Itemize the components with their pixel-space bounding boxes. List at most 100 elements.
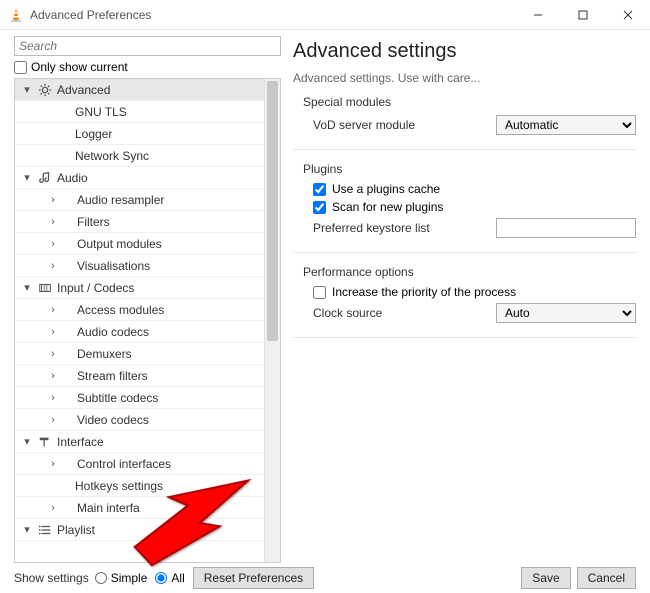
tree-item-label: Visualisations xyxy=(77,259,150,273)
tree-item-video-codecs[interactable]: › Video codecs xyxy=(15,409,264,431)
tree-item-label: Stream filters xyxy=(77,369,148,383)
collapse-icon[interactable]: ▾ xyxy=(21,83,33,96)
window-title: Advanced Preferences xyxy=(30,8,515,22)
keystore-label: Preferred keystore list xyxy=(303,221,496,235)
tree-item-label: Output modules xyxy=(77,237,162,251)
vod-select[interactable]: Automatic xyxy=(496,115,636,135)
gear-icon xyxy=(37,82,53,98)
tree-item-hotkeys-settings[interactable]: ·Hotkeys settings xyxy=(15,475,264,497)
radio-all[interactable]: All xyxy=(155,571,184,585)
settings-subtitle: Advanced settings. Use with care... xyxy=(293,71,636,85)
group-performance: Performance options Increase the priorit… xyxy=(293,265,636,338)
tree-item-audio[interactable]: ▾ Audio xyxy=(15,167,264,189)
radio-simple-label: Simple xyxy=(111,571,148,585)
search-input[interactable] xyxy=(14,36,281,56)
reset-preferences-button[interactable]: Reset Preferences xyxy=(193,567,314,589)
tree-item-demuxers[interactable]: › Demuxers xyxy=(15,343,264,365)
tree-item-label: Video codecs xyxy=(77,413,149,427)
tree-item-visualisations[interactable]: › Visualisations xyxy=(15,255,264,277)
expand-icon[interactable]: › xyxy=(47,414,59,426)
expand-icon[interactable]: › xyxy=(47,326,59,338)
radio-all-label: All xyxy=(171,571,184,585)
save-button[interactable]: Save xyxy=(521,567,570,589)
expand-icon[interactable]: › xyxy=(47,304,59,316)
only-show-current-checkbox[interactable] xyxy=(14,61,27,74)
brush-icon xyxy=(37,434,53,450)
preferences-tree: ▾Advanced·GNU TLS·Logger·Network Sync ▾ Au… xyxy=(14,78,281,563)
group-title: Performance options xyxy=(303,265,636,279)
expand-icon[interactable]: › xyxy=(47,458,59,470)
radio-simple[interactable]: Simple xyxy=(95,571,148,585)
note-icon xyxy=(37,170,53,186)
expand-icon[interactable]: › xyxy=(47,260,59,272)
expand-icon[interactable]: › xyxy=(47,392,59,404)
tree-item-interface[interactable]: ▾ Interface xyxy=(15,431,264,453)
expand-icon[interactable]: › xyxy=(47,238,59,250)
expand-icon[interactable]: › xyxy=(47,502,59,514)
left-pane: Only show current ▾Advanced·GNU TLS·Logg… xyxy=(0,30,285,563)
tree-item-label: Demuxers xyxy=(77,347,132,361)
tree-item-label: Main interfa xyxy=(77,501,140,515)
cancel-button[interactable]: Cancel xyxy=(577,567,636,589)
tree-item-label: Filters xyxy=(77,215,110,229)
only-show-current-label: Only show current xyxy=(31,60,128,74)
list-icon xyxy=(37,522,53,538)
expand-icon[interactable]: › xyxy=(47,216,59,228)
expand-icon[interactable]: › xyxy=(47,370,59,382)
tree-item-subtitle-codecs[interactable]: ›Subtitle codecs xyxy=(15,387,264,409)
clock-source-label: Clock source xyxy=(303,306,496,320)
clock-source-select[interactable]: Auto xyxy=(496,303,636,323)
expand-icon[interactable]: › xyxy=(47,348,59,360)
close-button[interactable] xyxy=(605,0,650,30)
tree-item-stream-filters[interactable]: › Stream filters xyxy=(15,365,264,387)
scan-plugins-label: Scan for new plugins xyxy=(332,200,443,214)
radio-all-input[interactable] xyxy=(155,572,167,584)
vlc-cone-icon xyxy=(8,7,24,23)
tree-item-playlist[interactable]: ▾Playlist xyxy=(15,519,264,541)
minimize-button[interactable] xyxy=(515,0,560,30)
tree-item-audio-codecs[interactable]: ›Audio codecs xyxy=(15,321,264,343)
scan-plugins-checkbox[interactable] xyxy=(313,201,326,214)
vod-label: VoD server module xyxy=(303,118,496,132)
radio-simple-input[interactable] xyxy=(95,572,107,584)
expand-icon[interactable]: › xyxy=(47,194,59,206)
use-plugins-cache-label: Use a plugins cache xyxy=(332,182,440,196)
group-plugins: Plugins Use a plugins cache Scan for new… xyxy=(293,162,636,253)
codec-icon xyxy=(37,280,53,296)
use-plugins-cache-checkbox[interactable] xyxy=(313,183,326,196)
tree-item-label: Audio resampler xyxy=(77,193,164,207)
tree-item-label: Network Sync xyxy=(75,149,149,163)
increase-priority-checkbox[interactable] xyxy=(313,286,326,299)
tree-item-label: Audio xyxy=(57,171,88,185)
tree-item-label: Logger xyxy=(75,127,112,141)
tree-item-control-interfaces[interactable]: › Control interfaces xyxy=(15,453,264,475)
settings-heading: Advanced settings xyxy=(293,40,636,63)
tree-item-audio-resampler[interactable]: › Audio resampler xyxy=(15,189,264,211)
maximize-button[interactable] xyxy=(560,0,605,30)
bottom-bar: Show settings Simple All Reset Preferenc… xyxy=(0,563,650,593)
scrollbar-thumb[interactable] xyxy=(267,81,278,341)
right-pane: Advanced settings Advanced settings. Use… xyxy=(285,30,650,563)
collapse-icon[interactable]: ▾ xyxy=(21,435,33,448)
tree-item-network-sync[interactable]: ·Network Sync xyxy=(15,145,264,167)
tree-item-main-interfa[interactable]: › Main interfa xyxy=(15,497,264,519)
tree-item-output-modules[interactable]: › Output modules xyxy=(15,233,264,255)
collapse-icon[interactable]: ▾ xyxy=(21,281,33,294)
tree-scrollbar[interactable] xyxy=(264,79,280,562)
collapse-icon[interactable]: ▾ xyxy=(21,171,33,184)
tree-item-label: Hotkeys settings xyxy=(75,479,163,493)
tree-item-access-modules[interactable]: ›Access modules xyxy=(15,299,264,321)
increase-priority-label: Increase the priority of the process xyxy=(332,285,516,299)
tree-item-input-codecs[interactable]: ▾Input / Codecs xyxy=(15,277,264,299)
show-settings-label: Show settings xyxy=(14,571,89,585)
tree-item-label: Interface xyxy=(57,435,104,449)
tree-item-advanced[interactable]: ▾Advanced xyxy=(15,79,264,101)
collapse-icon[interactable]: ▾ xyxy=(21,523,33,536)
tree-item-gnu-tls[interactable]: ·GNU TLS xyxy=(15,101,264,123)
group-title: Special modules xyxy=(303,95,636,109)
tree-item-label: Control interfaces xyxy=(77,457,171,471)
tree-item-filters[interactable]: › Filters xyxy=(15,211,264,233)
tree-item-logger[interactable]: ·Logger xyxy=(15,123,264,145)
group-title: Plugins xyxy=(303,162,636,176)
keystore-input[interactable] xyxy=(496,218,636,238)
